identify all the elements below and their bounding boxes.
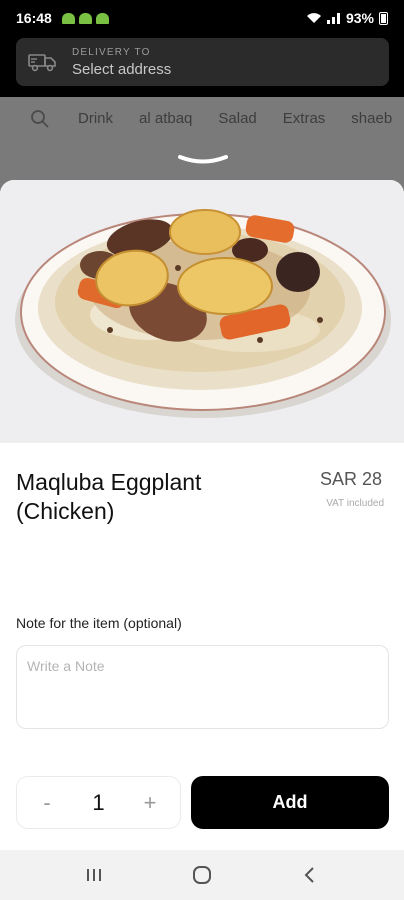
status-bar: 16:48 93% (0, 0, 404, 36)
android-icon (78, 12, 92, 24)
home-button[interactable] (182, 855, 222, 895)
android-icon (61, 12, 75, 24)
back-icon (304, 867, 314, 883)
status-right: 93% (306, 10, 388, 26)
tab-salad[interactable]: Salad (218, 110, 256, 127)
item-price: SAR 28 (319, 469, 382, 489)
wifi-icon (306, 13, 321, 23)
search-icon[interactable] (30, 109, 50, 129)
delivery-text: DELIVERY TO Select address (72, 47, 171, 78)
category-tabs: Drink al atbaq Salad Extras shaeb (0, 97, 404, 140)
note-label: Note for the item (optional) (16, 615, 182, 631)
delivery-header: DELIVERY TO Select address (0, 36, 404, 97)
system-nav-bar (0, 850, 404, 900)
delivery-label: DELIVERY TO (72, 46, 151, 58)
recents-icon (87, 869, 101, 881)
recents-button[interactable] (74, 855, 114, 895)
tab-shaeb[interactable]: shaeb (351, 110, 392, 127)
quantity-stepper: - 1 + (16, 776, 181, 829)
tab-al-atbaq[interactable]: al atbaq (139, 110, 192, 127)
item-image (0, 180, 404, 443)
delivery-address-selector[interactable]: DELIVERY TO Select address (16, 38, 389, 86)
increment-button[interactable]: + (140, 790, 160, 816)
tab-drink[interactable]: Drink (78, 110, 113, 127)
home-icon (193, 866, 211, 884)
notification-icons (61, 12, 109, 24)
battery-icon (379, 11, 388, 25)
item-title: Maqluba Eggplant (Chicken) (16, 469, 202, 524)
note-input[interactable] (16, 645, 389, 729)
battery-percent: 93% (345, 10, 374, 26)
chevron-down-icon[interactable] (178, 154, 228, 168)
item-detail-sheet: Maqluba Eggplant (Chicken) SAR 28 VAT in… (0, 180, 404, 850)
quantity-value: 1 (92, 789, 105, 815)
add-to-cart-button[interactable]: Add (191, 776, 389, 829)
delivery-address: Select address (72, 60, 172, 78)
signal-icon (326, 13, 340, 24)
decrement-button[interactable]: - (37, 790, 57, 816)
status-left: 16:48 (16, 10, 109, 26)
back-button[interactable] (290, 855, 330, 895)
status-time: 16:48 (16, 10, 52, 26)
truck-icon (28, 54, 56, 72)
android-icon (95, 12, 109, 24)
vat-note: VAT included (326, 498, 384, 509)
tab-extras[interactable]: Extras (283, 110, 326, 127)
